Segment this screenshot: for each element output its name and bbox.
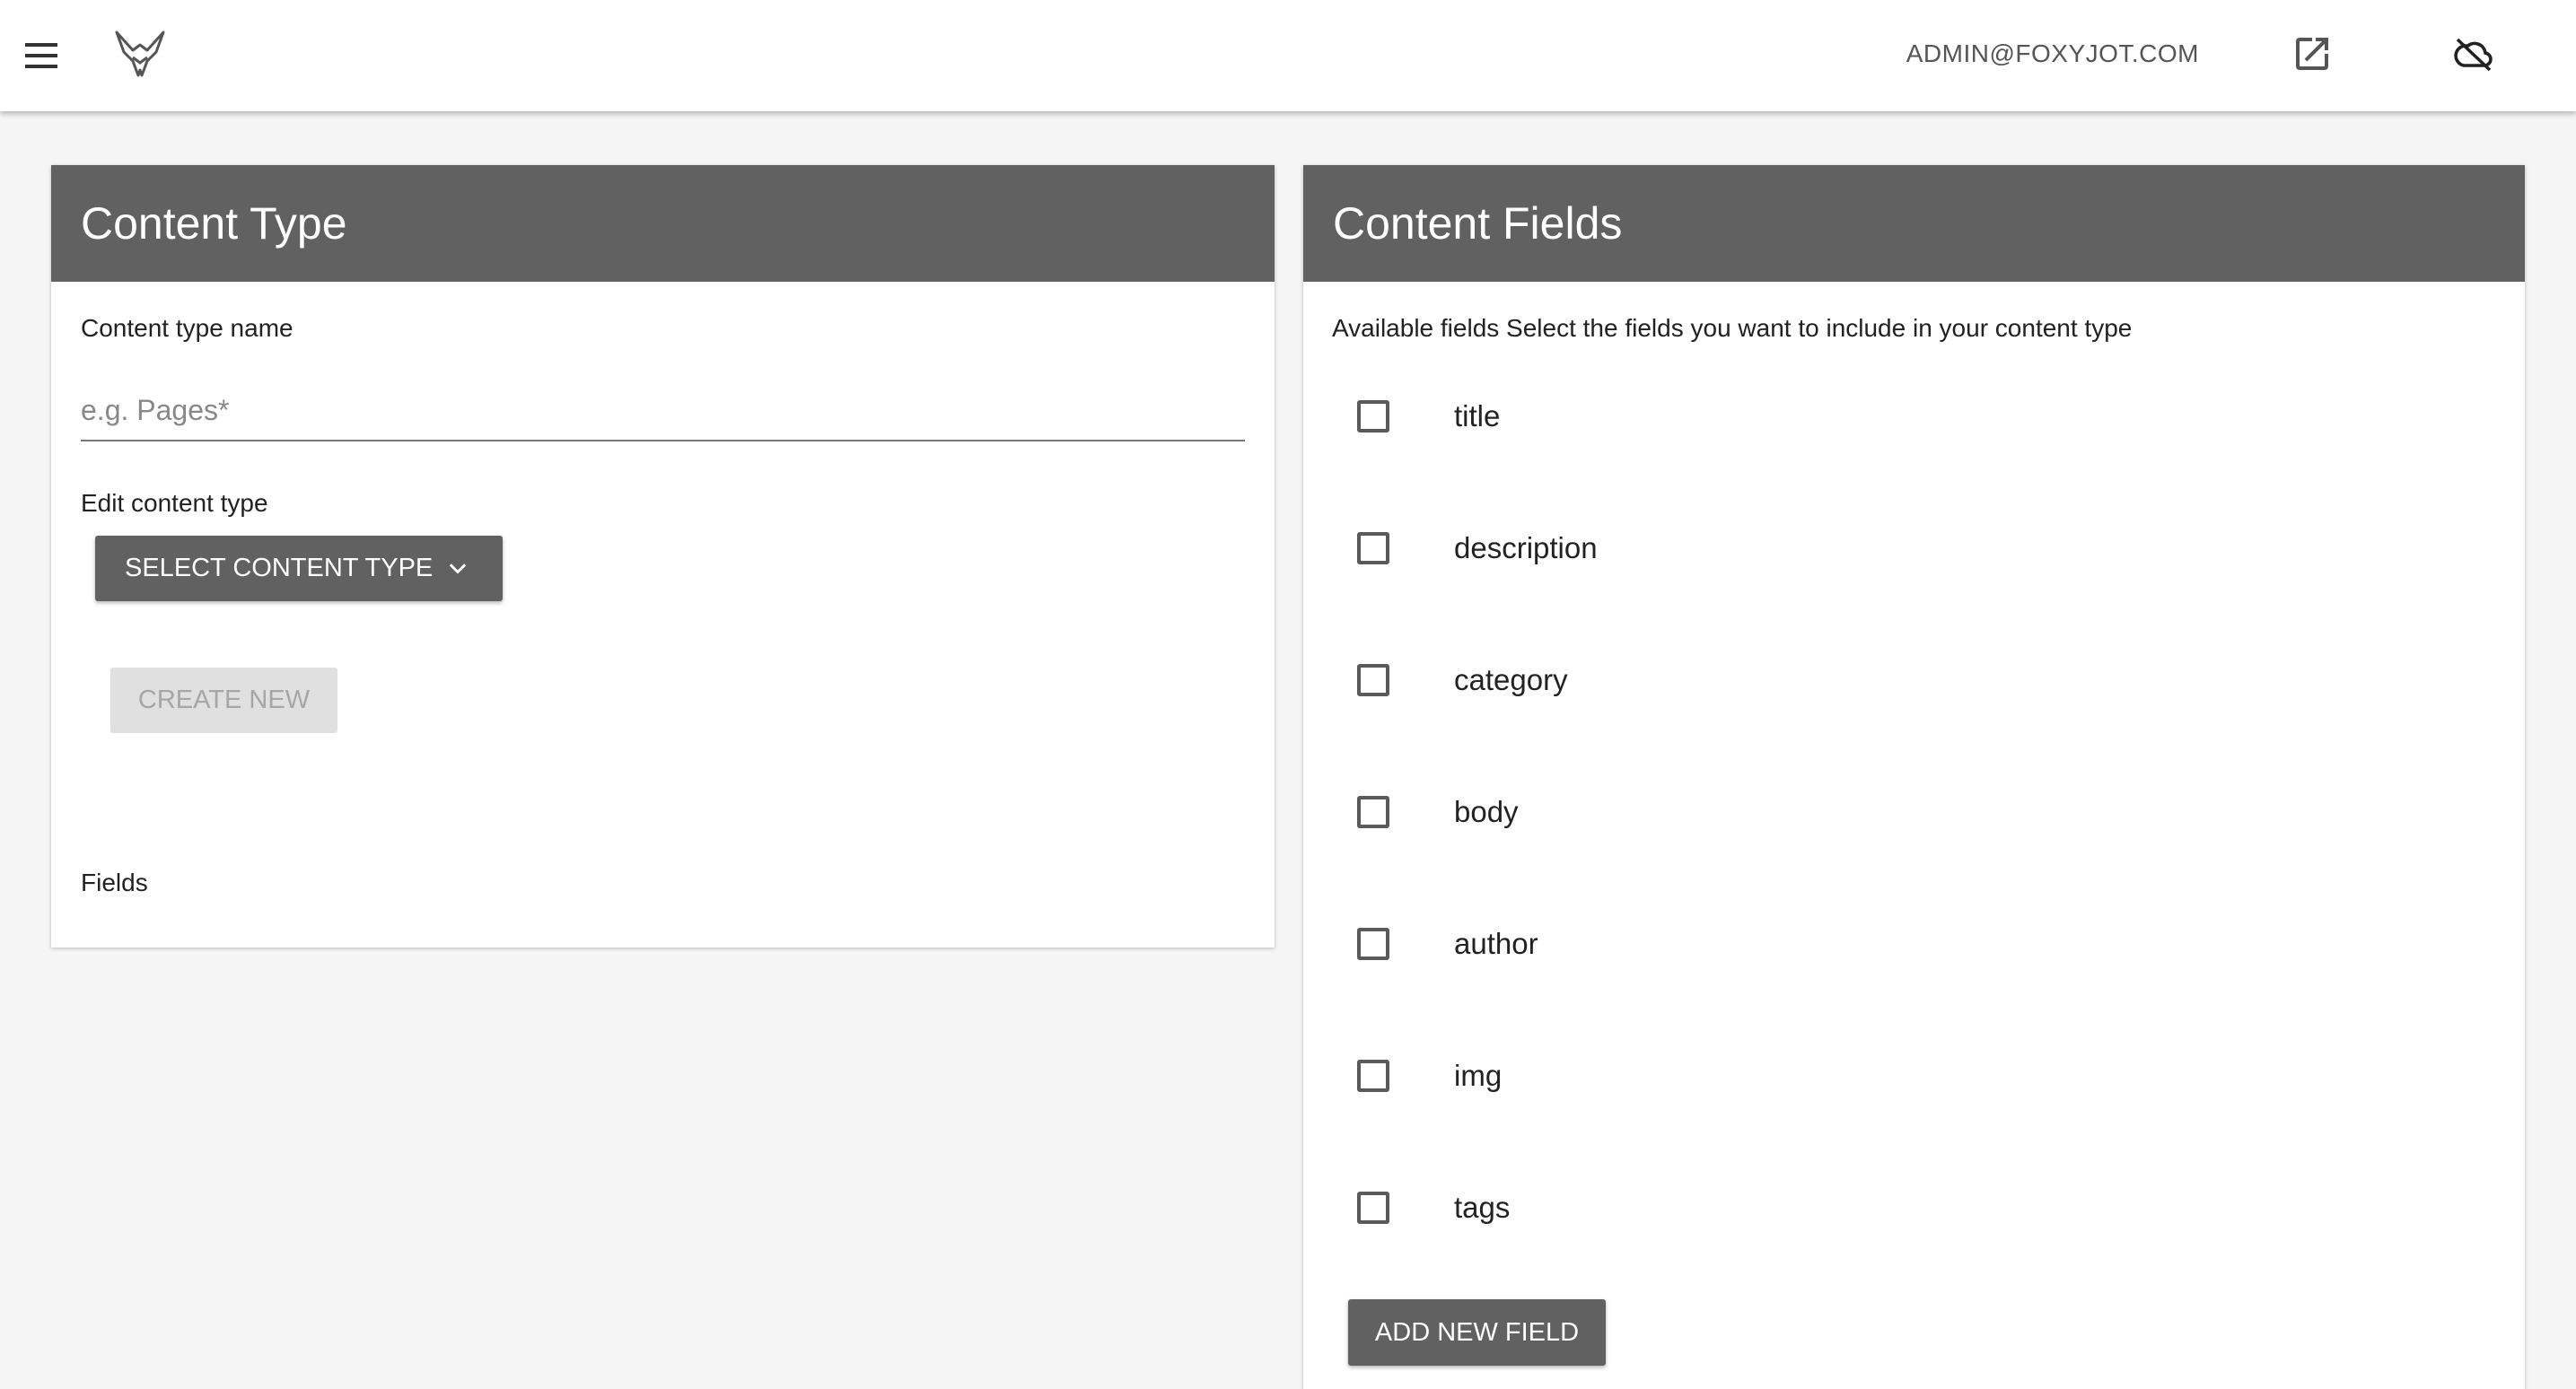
field-row-title[interactable]: title: [1357, 389, 1500, 443]
field-row-body[interactable]: body: [1357, 785, 1519, 839]
field-checkbox[interactable]: [1357, 532, 1389, 564]
edit-content-type-label: Edit content type: [81, 489, 268, 517]
field-checkbox[interactable]: [1357, 1192, 1389, 1224]
open-in-new-icon[interactable]: [2291, 32, 2334, 75]
field-checkbox[interactable]: [1357, 928, 1389, 960]
fox-logo-icon[interactable]: [111, 25, 169, 83]
content-type-card: Content Type Content type name Edit cont…: [51, 165, 1275, 948]
field-row-category[interactable]: category: [1357, 653, 1568, 707]
field-checkbox[interactable]: [1357, 1060, 1389, 1092]
fields-label: Fields: [81, 869, 148, 896]
field-name: title: [1454, 399, 1501, 432]
field-name: author: [1454, 927, 1538, 960]
field-row-author[interactable]: author: [1357, 917, 1538, 971]
field-checkbox[interactable]: [1357, 400, 1389, 432]
content-type-title: Content Type: [51, 165, 1275, 282]
add-new-field-button[interactable]: ADD NEW FIELD: [1348, 1299, 1606, 1366]
create-new-button[interactable]: CREATE NEW: [110, 668, 337, 733]
chevron-down-icon: [450, 563, 467, 574]
content-type-name-label: Content type name: [81, 314, 294, 342]
select-content-type-button[interactable]: SELECT CONTENT TYPE: [95, 536, 503, 601]
field-name: tags: [1454, 1191, 1511, 1224]
top-app-bar: ADMIN@FOXYJOT.COM: [0, 0, 2576, 111]
user-email[interactable]: ADMIN@FOXYJOT.COM: [1840, 36, 2199, 72]
field-checkbox[interactable]: [1357, 796, 1389, 828]
field-name: category: [1454, 663, 1568, 696]
field-row-tags[interactable]: tags: [1357, 1181, 1510, 1235]
field-checkbox[interactable]: [1357, 664, 1389, 696]
field-row-img[interactable]: img: [1357, 1049, 1502, 1103]
cloud-off-icon[interactable]: [2449, 32, 2499, 75]
field-row-description[interactable]: description: [1357, 521, 1598, 575]
field-name: img: [1454, 1059, 1503, 1092]
select-content-type-label: SELECT CONTENT TYPE: [125, 554, 434, 582]
available-fields-description: Available fields Select the fields you w…: [1332, 314, 2133, 342]
field-name: body: [1454, 795, 1519, 828]
hamburger-menu-icon[interactable]: [20, 34, 63, 77]
field-name: description: [1454, 531, 1598, 564]
content-fields-card: Content Fields Available fields Select t…: [1303, 165, 2525, 1389]
content-fields-title: Content Fields: [1303, 165, 2525, 282]
content-type-name-input[interactable]: [81, 380, 1245, 441]
